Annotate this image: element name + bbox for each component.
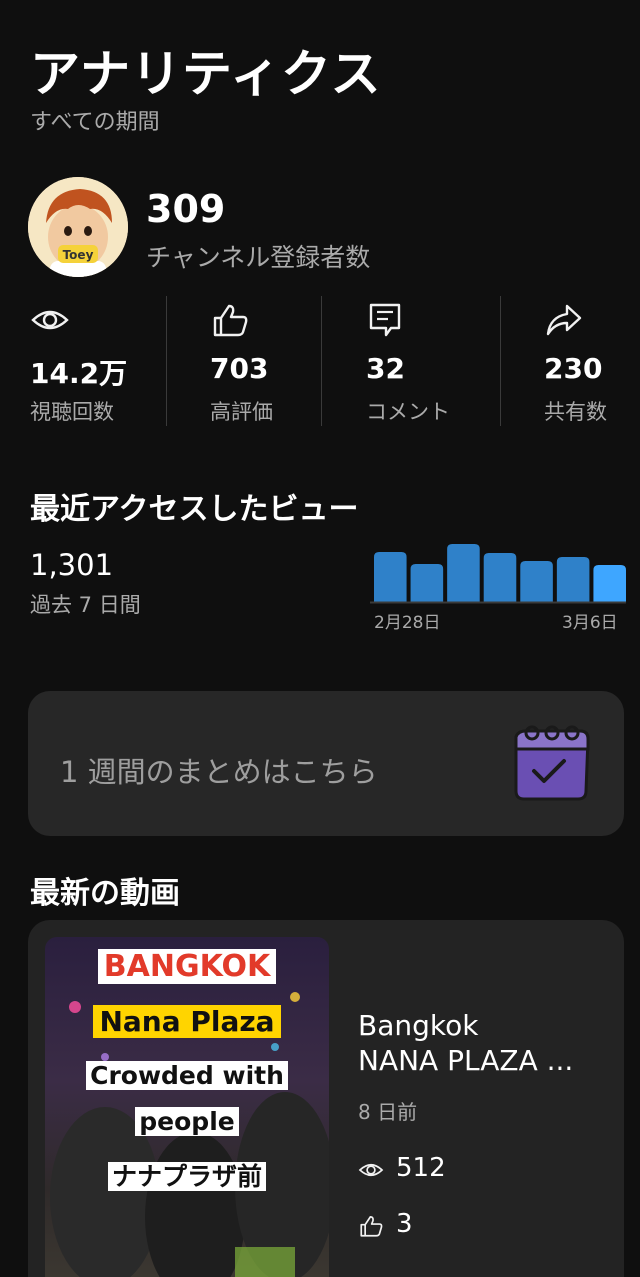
video-likes-value: 3	[396, 1209, 413, 1239]
recent-views-period: 過去 7 日間	[30, 593, 141, 617]
chart-bar	[447, 544, 480, 602]
share-icon	[544, 302, 584, 338]
divider	[166, 296, 167, 426]
thumbnail-text: people	[135, 1107, 239, 1136]
chart-bar	[556, 557, 590, 602]
weekly-summary-card[interactable]: 1 週間のまとめはこちら	[28, 691, 624, 836]
video-views-value: 512	[396, 1153, 446, 1183]
video-age: 8 日前	[358, 1100, 418, 1124]
weekly-summary-text: 1 週間のまとめはこちら	[60, 755, 378, 789]
recent-views-heading: 最近アクセスしたビュー	[30, 492, 359, 527]
calendar-check-icon	[508, 721, 592, 805]
chart-bar	[410, 564, 444, 602]
chart-bar	[593, 565, 626, 602]
recent-views-value: 1,301	[30, 548, 114, 582]
avatar-badge: Toey	[63, 248, 94, 262]
video-title-line: Bangkok	[358, 1009, 479, 1042]
thumb-up-icon	[358, 1213, 384, 1239]
stat-label: コメント	[366, 400, 450, 424]
eye-icon	[358, 1157, 384, 1183]
stats-row: 14.2万 視聴回数 703 高評価 32 コメント 230 共有数	[0, 296, 640, 426]
stat-value: 703	[210, 352, 269, 385]
stat-value: 32	[366, 352, 405, 385]
chart-bar	[520, 561, 553, 602]
thumbnail-text: Nana Plaza	[93, 1005, 281, 1038]
chart-bar	[483, 553, 517, 602]
latest-video-card[interactable]: BANGKOK Nana Plaza Crowded with people ナ…	[28, 920, 624, 1277]
chart-bar	[374, 552, 407, 602]
thumbnail-text: Crowded with	[86, 1061, 288, 1090]
divider	[500, 296, 501, 426]
divider	[321, 296, 322, 426]
thumbnail-text: BANGKOK	[97, 949, 277, 984]
subscriber-label: チャンネル登録者数	[146, 243, 371, 272]
x-tick-label: 3月6日	[562, 613, 618, 633]
eye-icon	[30, 302, 70, 338]
video-title-line: NANA PLAZA ...	[358, 1044, 574, 1077]
stat-label: 高評価	[210, 400, 273, 424]
subscriber-count: 309	[146, 187, 226, 231]
stat-label: 共有数	[544, 400, 607, 424]
page-title: アナリティクス	[30, 45, 382, 103]
stat-label: 視聴回数	[30, 400, 114, 424]
thumbnail-text: ナナプラザ前	[107, 1162, 266, 1191]
video-thumbnail[interactable]: BANGKOK Nana Plaza Crowded with people ナ…	[45, 937, 329, 1277]
video-title[interactable]: Bangkok NANA PLAZA ...	[358, 1008, 608, 1078]
comment-icon	[366, 302, 406, 338]
latest-video-heading: 最新の動画	[30, 876, 180, 911]
thumb-up-icon	[210, 302, 250, 338]
channel-avatar[interactable]: Toey	[28, 177, 128, 277]
stat-value: 230	[544, 352, 603, 385]
analytics-page: アナリティクス すべての期間 Toey 309 チャンネル登録者数 14.2万 …	[0, 0, 640, 1277]
stat-value: 14.2万	[30, 357, 128, 390]
cartoon-boy-avatar-icon: Toey	[28, 177, 128, 277]
period-filter[interactable]: すべての期間	[30, 104, 160, 136]
x-tick-label: 2月28日	[374, 613, 441, 633]
